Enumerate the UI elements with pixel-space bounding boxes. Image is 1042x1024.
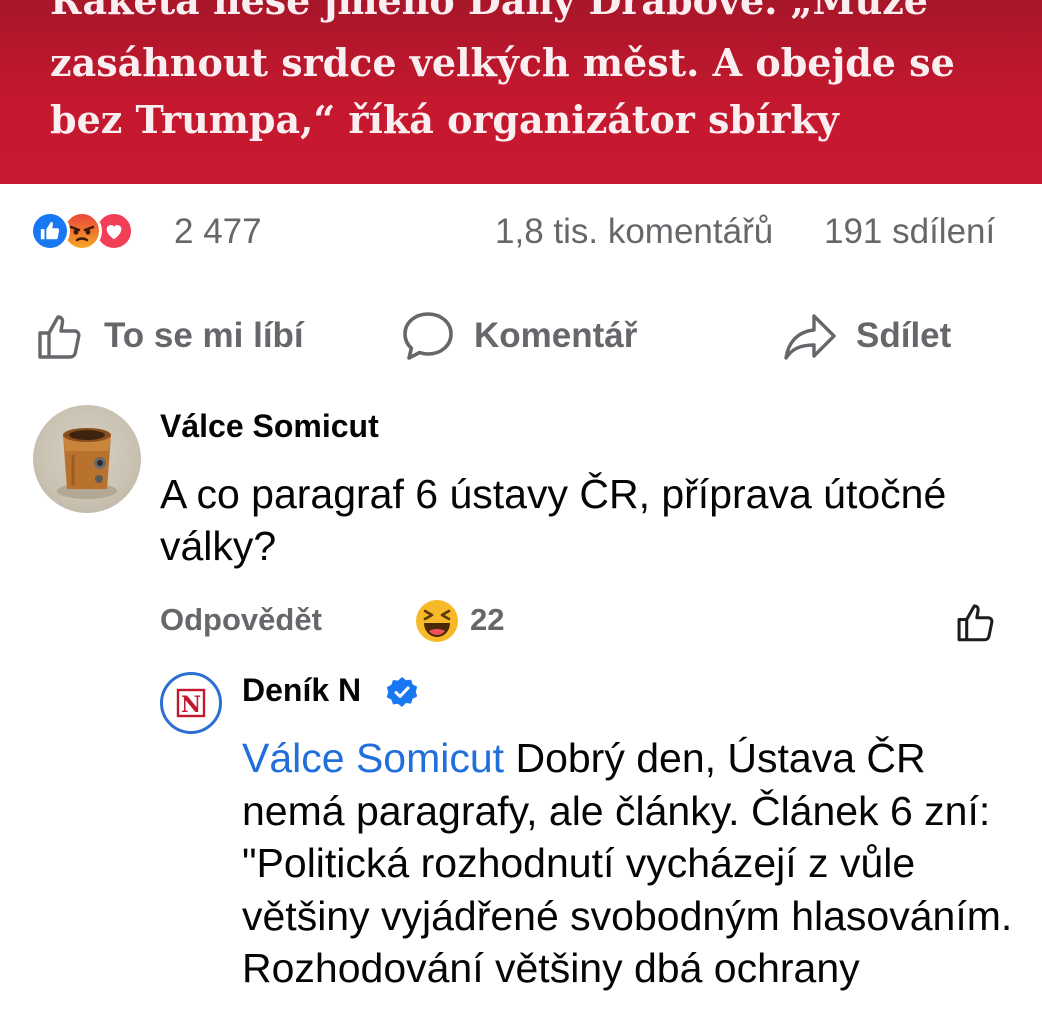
- reply-text: Válce Somicut Dobrý den, Ústava ČR nemá …: [242, 732, 1022, 995]
- thumbs-up-icon: [38, 315, 81, 359]
- share-button[interactable]: Sdílet: [782, 308, 951, 364]
- mention-link[interactable]: Válce Somicut: [242, 735, 504, 781]
- headline-line: bez Trumpa,“ říká organizátor sbírky: [50, 97, 839, 142]
- share-label: Sdílet: [856, 316, 952, 355]
- reply-author[interactable]: Deník N: [242, 672, 361, 709]
- svg-text:N: N: [181, 692, 201, 718]
- like-icon[interactable]: [30, 211, 70, 251]
- post-action-bar: To se mi líbí Komentář Sdílet: [0, 308, 1042, 368]
- comment-text: A co paragraf 6 ústavy ČR, příprava útoč…: [160, 471, 947, 569]
- headline-line: zasáhnout srdce velkých měst. A obejde s…: [50, 40, 955, 85]
- comment-count[interactable]: 1,8 tis. komentářů: [495, 214, 773, 249]
- article-headline-banner[interactable]: Raketa nese jméno Dany Drábové. „Může za…: [0, 0, 1042, 184]
- comment-like-button[interactable]: [954, 600, 998, 649]
- reply-button[interactable]: Odpovědět: [160, 602, 322, 638]
- thumbs-up-icon: [957, 604, 994, 642]
- commenter-avatar[interactable]: [33, 405, 141, 513]
- post-stats-row: 2 477 1,8 tis. komentářů 191 sdílení: [0, 206, 1042, 256]
- comment-button[interactable]: Komentář: [400, 308, 637, 364]
- haha-icon[interactable]: [414, 598, 460, 649]
- comment-meta-row: Odpovědět 22: [0, 598, 1042, 648]
- comment-label: Komentář: [474, 316, 638, 355]
- reaction-count[interactable]: 2 477: [174, 214, 262, 249]
- page-avatar[interactable]: N: [160, 672, 222, 734]
- share-arrow-icon: [784, 314, 836, 360]
- headline-line: Raketa nese jméno Dany Drábové. „Může: [50, 0, 928, 23]
- comment-author[interactable]: Válce Somicut: [160, 408, 379, 445]
- verified-badge-icon: [386, 676, 418, 713]
- like-label: To se mi líbí: [104, 316, 304, 355]
- like-button[interactable]: To se mi líbí: [34, 308, 304, 364]
- comment-bubble-icon: [403, 312, 453, 360]
- comment-reaction-count[interactable]: 22: [470, 602, 504, 638]
- share-count[interactable]: 191 sdílení: [824, 214, 995, 249]
